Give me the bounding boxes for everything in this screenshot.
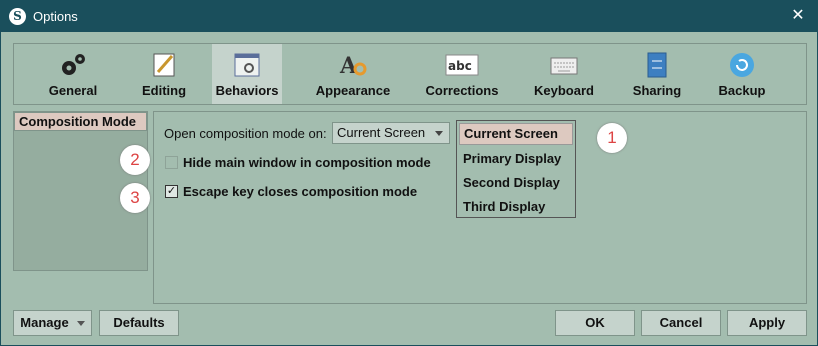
- cancel-button[interactable]: Cancel: [641, 310, 721, 336]
- settings-panel: Open composition mode on: Current Screen…: [153, 111, 807, 304]
- tab-sharing[interactable]: Sharing: [626, 44, 688, 104]
- apply-button[interactable]: Apply: [727, 310, 807, 336]
- close-button[interactable]: ✕: [787, 5, 809, 27]
- svg-text:abc: abc: [448, 59, 472, 73]
- pencil-icon: [153, 53, 175, 77]
- app-logo-icon: S: [9, 8, 26, 25]
- title-bar: S Options ✕: [1, 1, 817, 32]
- chevron-down-icon: [76, 321, 85, 327]
- sharing-icon: [647, 52, 667, 78]
- backup-icon: [730, 53, 754, 77]
- tab-label: Backup: [718, 83, 766, 98]
- options-window: S Options ✕ General Editing Behaviors A …: [0, 0, 818, 346]
- sidebar-item-composition-mode[interactable]: Composition Mode: [14, 112, 147, 131]
- tab-appearance[interactable]: A Appearance: [310, 44, 396, 104]
- escape-closes-label: Escape key closes composition mode: [183, 184, 418, 199]
- keyboard-icon: [550, 57, 578, 75]
- tab-backup[interactable]: Backup: [710, 44, 774, 104]
- dropdown-option-third-display[interactable]: Third Display: [457, 195, 575, 219]
- tab-label: Keyboard: [534, 83, 594, 98]
- callout-marker: 3: [120, 183, 150, 213]
- tab-label: Editing: [141, 83, 187, 98]
- window-gear-icon: [234, 53, 260, 77]
- composition-label: Open composition mode on:: [164, 126, 327, 141]
- tab-behaviors[interactable]: Behaviors: [212, 44, 282, 104]
- window-title: Options: [33, 9, 78, 24]
- dropdown-option-second-display[interactable]: Second Display: [457, 171, 575, 195]
- ok-button[interactable]: OK: [555, 310, 635, 336]
- hide-main-window-label: Hide main window in composition mode: [183, 155, 431, 170]
- tab-general[interactable]: General: [32, 44, 114, 104]
- gears-icon: [62, 54, 85, 75]
- tab-label: Sharing: [632, 83, 682, 98]
- tab-label: General: [48, 83, 98, 98]
- manage-label: Manage: [20, 315, 69, 330]
- tab-editing[interactable]: Editing: [124, 44, 204, 104]
- composition-select[interactable]: Current Screen: [332, 122, 450, 144]
- tab-keyboard[interactable]: Keyboard: [526, 44, 602, 104]
- dropdown-option-primary-display[interactable]: Primary Display: [457, 147, 575, 171]
- font-color-icon: A: [339, 53, 367, 78]
- tab-corrections[interactable]: abc Corrections: [422, 44, 502, 104]
- hide-main-window-checkbox[interactable]: [165, 156, 178, 169]
- abc-icon: abc: [445, 54, 479, 76]
- tab-label: Corrections: [425, 83, 499, 98]
- options-toolbar: General Editing Behaviors A Appearance a…: [13, 43, 807, 105]
- tab-label: Appearance: [315, 83, 391, 98]
- chevron-down-icon: [435, 131, 443, 136]
- composition-dropdown-list: Current Screen Primary Display Second Di…: [456, 120, 576, 218]
- defaults-button[interactable]: Defaults: [99, 310, 179, 336]
- dropdown-option-current-screen[interactable]: Current Screen: [459, 123, 573, 145]
- tab-label: Behaviors: [215, 83, 279, 98]
- callout-marker: 2: [120, 145, 150, 175]
- escape-closes-checkbox[interactable]: ✓: [165, 185, 178, 198]
- callout-marker: 1: [597, 123, 627, 153]
- manage-button[interactable]: Manage: [13, 310, 92, 336]
- composition-select-value: Current Screen: [337, 125, 426, 140]
